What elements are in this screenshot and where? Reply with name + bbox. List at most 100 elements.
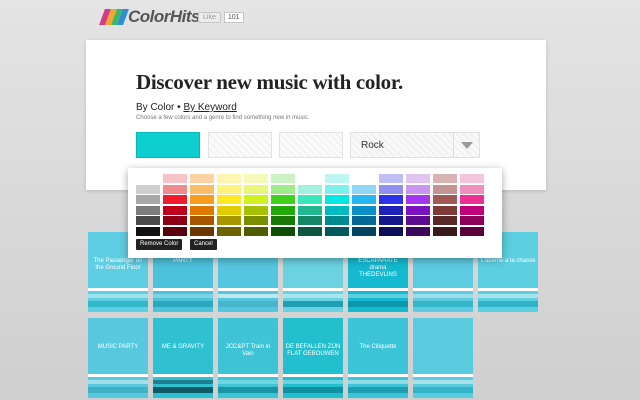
color-swatch[interactable] [460,174,484,183]
color-swatch[interactable] [325,205,349,215]
color-swatch[interactable] [190,184,214,194]
color-swatch[interactable] [244,184,268,194]
color-swatch[interactable] [271,216,295,225]
color-swatch[interactable] [379,226,403,236]
color-slot-1[interactable] [136,132,200,158]
color-swatch[interactable] [433,184,457,194]
color-swatch[interactable] [433,195,457,204]
color-swatch[interactable] [325,195,349,204]
color-swatch[interactable] [352,205,376,215]
color-swatch[interactable] [163,174,187,183]
color-swatch[interactable] [379,184,403,194]
color-swatch[interactable] [190,226,214,236]
color-swatch[interactable] [298,226,322,236]
color-swatch[interactable] [325,216,349,225]
color-swatch[interactable] [217,195,241,204]
album-color-band [218,387,278,393]
color-swatch[interactable] [298,216,322,225]
genre-select[interactable]: Rock [350,132,480,158]
color-swatch[interactable] [433,226,457,236]
mode-by-keyword-link[interactable]: By Keyword [183,102,236,113]
album-card[interactable] [413,318,473,398]
color-swatch[interactable] [271,195,295,204]
color-swatch[interactable] [163,216,187,225]
color-swatch[interactable] [460,226,484,236]
color-swatch[interactable] [136,195,160,204]
color-swatch[interactable] [217,184,241,194]
album-color-band [153,288,213,291]
color-swatch[interactable] [460,195,484,204]
color-swatch[interactable] [217,174,241,183]
album-card[interactable]: ME & GRAVITY [153,318,213,398]
genre-dropdown-button[interactable] [453,133,479,157]
color-slot-3[interactable] [279,132,343,158]
color-swatch[interactable] [433,205,457,215]
color-swatch[interactable] [163,226,187,236]
color-swatch[interactable] [325,174,349,183]
color-swatch[interactable] [298,184,322,194]
color-swatch[interactable] [460,205,484,215]
color-slot-2[interactable] [208,132,272,158]
color-swatch[interactable] [244,174,268,183]
like-button[interactable]: Like [198,12,221,23]
color-swatch[interactable] [136,174,160,183]
color-swatch[interactable] [298,195,322,204]
site-logo[interactable]: ColorHits [99,7,201,27]
color-swatch[interactable] [217,226,241,236]
color-swatch[interactable] [406,216,430,225]
color-swatch[interactable] [217,216,241,225]
color-swatch[interactable] [433,216,457,225]
color-swatch[interactable] [271,184,295,194]
color-swatch[interactable] [244,195,268,204]
album-card[interactable]: DE BEFALLEN ZIJN FLAT GEBOUWEN [283,318,343,398]
color-swatch[interactable] [244,205,268,215]
color-swatch[interactable] [244,226,268,236]
color-swatch[interactable] [298,174,322,183]
album-card[interactable]: The Ciliquette [348,318,408,398]
color-swatch[interactable] [298,205,322,215]
mode-by-color[interactable]: By Color [136,102,174,113]
color-swatch[interactable] [136,205,160,215]
color-swatch[interactable] [352,174,376,183]
color-swatch[interactable] [163,195,187,204]
chevron-down-icon [461,142,473,149]
color-swatch[interactable] [136,226,160,236]
color-swatch[interactable] [190,174,214,183]
color-swatch[interactable] [244,216,268,225]
color-swatch[interactable] [217,205,241,215]
color-swatch[interactable] [352,184,376,194]
color-swatch[interactable] [460,216,484,225]
album-color-band [283,301,343,307]
remove-color-button[interactable]: Remove Color [136,239,183,250]
color-swatch[interactable] [406,184,430,194]
color-swatch[interactable] [406,174,430,183]
color-swatch[interactable] [163,184,187,194]
color-swatch[interactable] [190,195,214,204]
color-swatch[interactable] [406,205,430,215]
album-card[interactable]: MUSIC PARTY [88,318,148,398]
color-swatch[interactable] [163,205,187,215]
color-swatch[interactable] [352,216,376,225]
cancel-button[interactable]: Cancel [190,239,217,250]
color-swatch[interactable] [433,174,457,183]
color-swatch[interactable] [271,226,295,236]
color-swatch[interactable] [352,226,376,236]
color-swatch[interactable] [406,226,430,236]
color-swatch[interactable] [325,184,349,194]
album-color-band [283,387,343,393]
color-swatch[interactable] [379,174,403,183]
color-swatch[interactable] [460,184,484,194]
color-swatch[interactable] [190,205,214,215]
color-swatch[interactable] [379,205,403,215]
color-swatch[interactable] [271,205,295,215]
color-swatch[interactable] [379,195,403,204]
color-swatch[interactable] [379,216,403,225]
color-swatch[interactable] [325,226,349,236]
color-swatch[interactable] [406,195,430,204]
color-swatch[interactable] [190,216,214,225]
color-swatch[interactable] [136,184,160,194]
color-swatch[interactable] [136,216,160,225]
color-swatch[interactable] [271,174,295,183]
color-swatch[interactable] [352,195,376,204]
album-card[interactable]: JCC&PT Train in Vain [218,318,278,398]
